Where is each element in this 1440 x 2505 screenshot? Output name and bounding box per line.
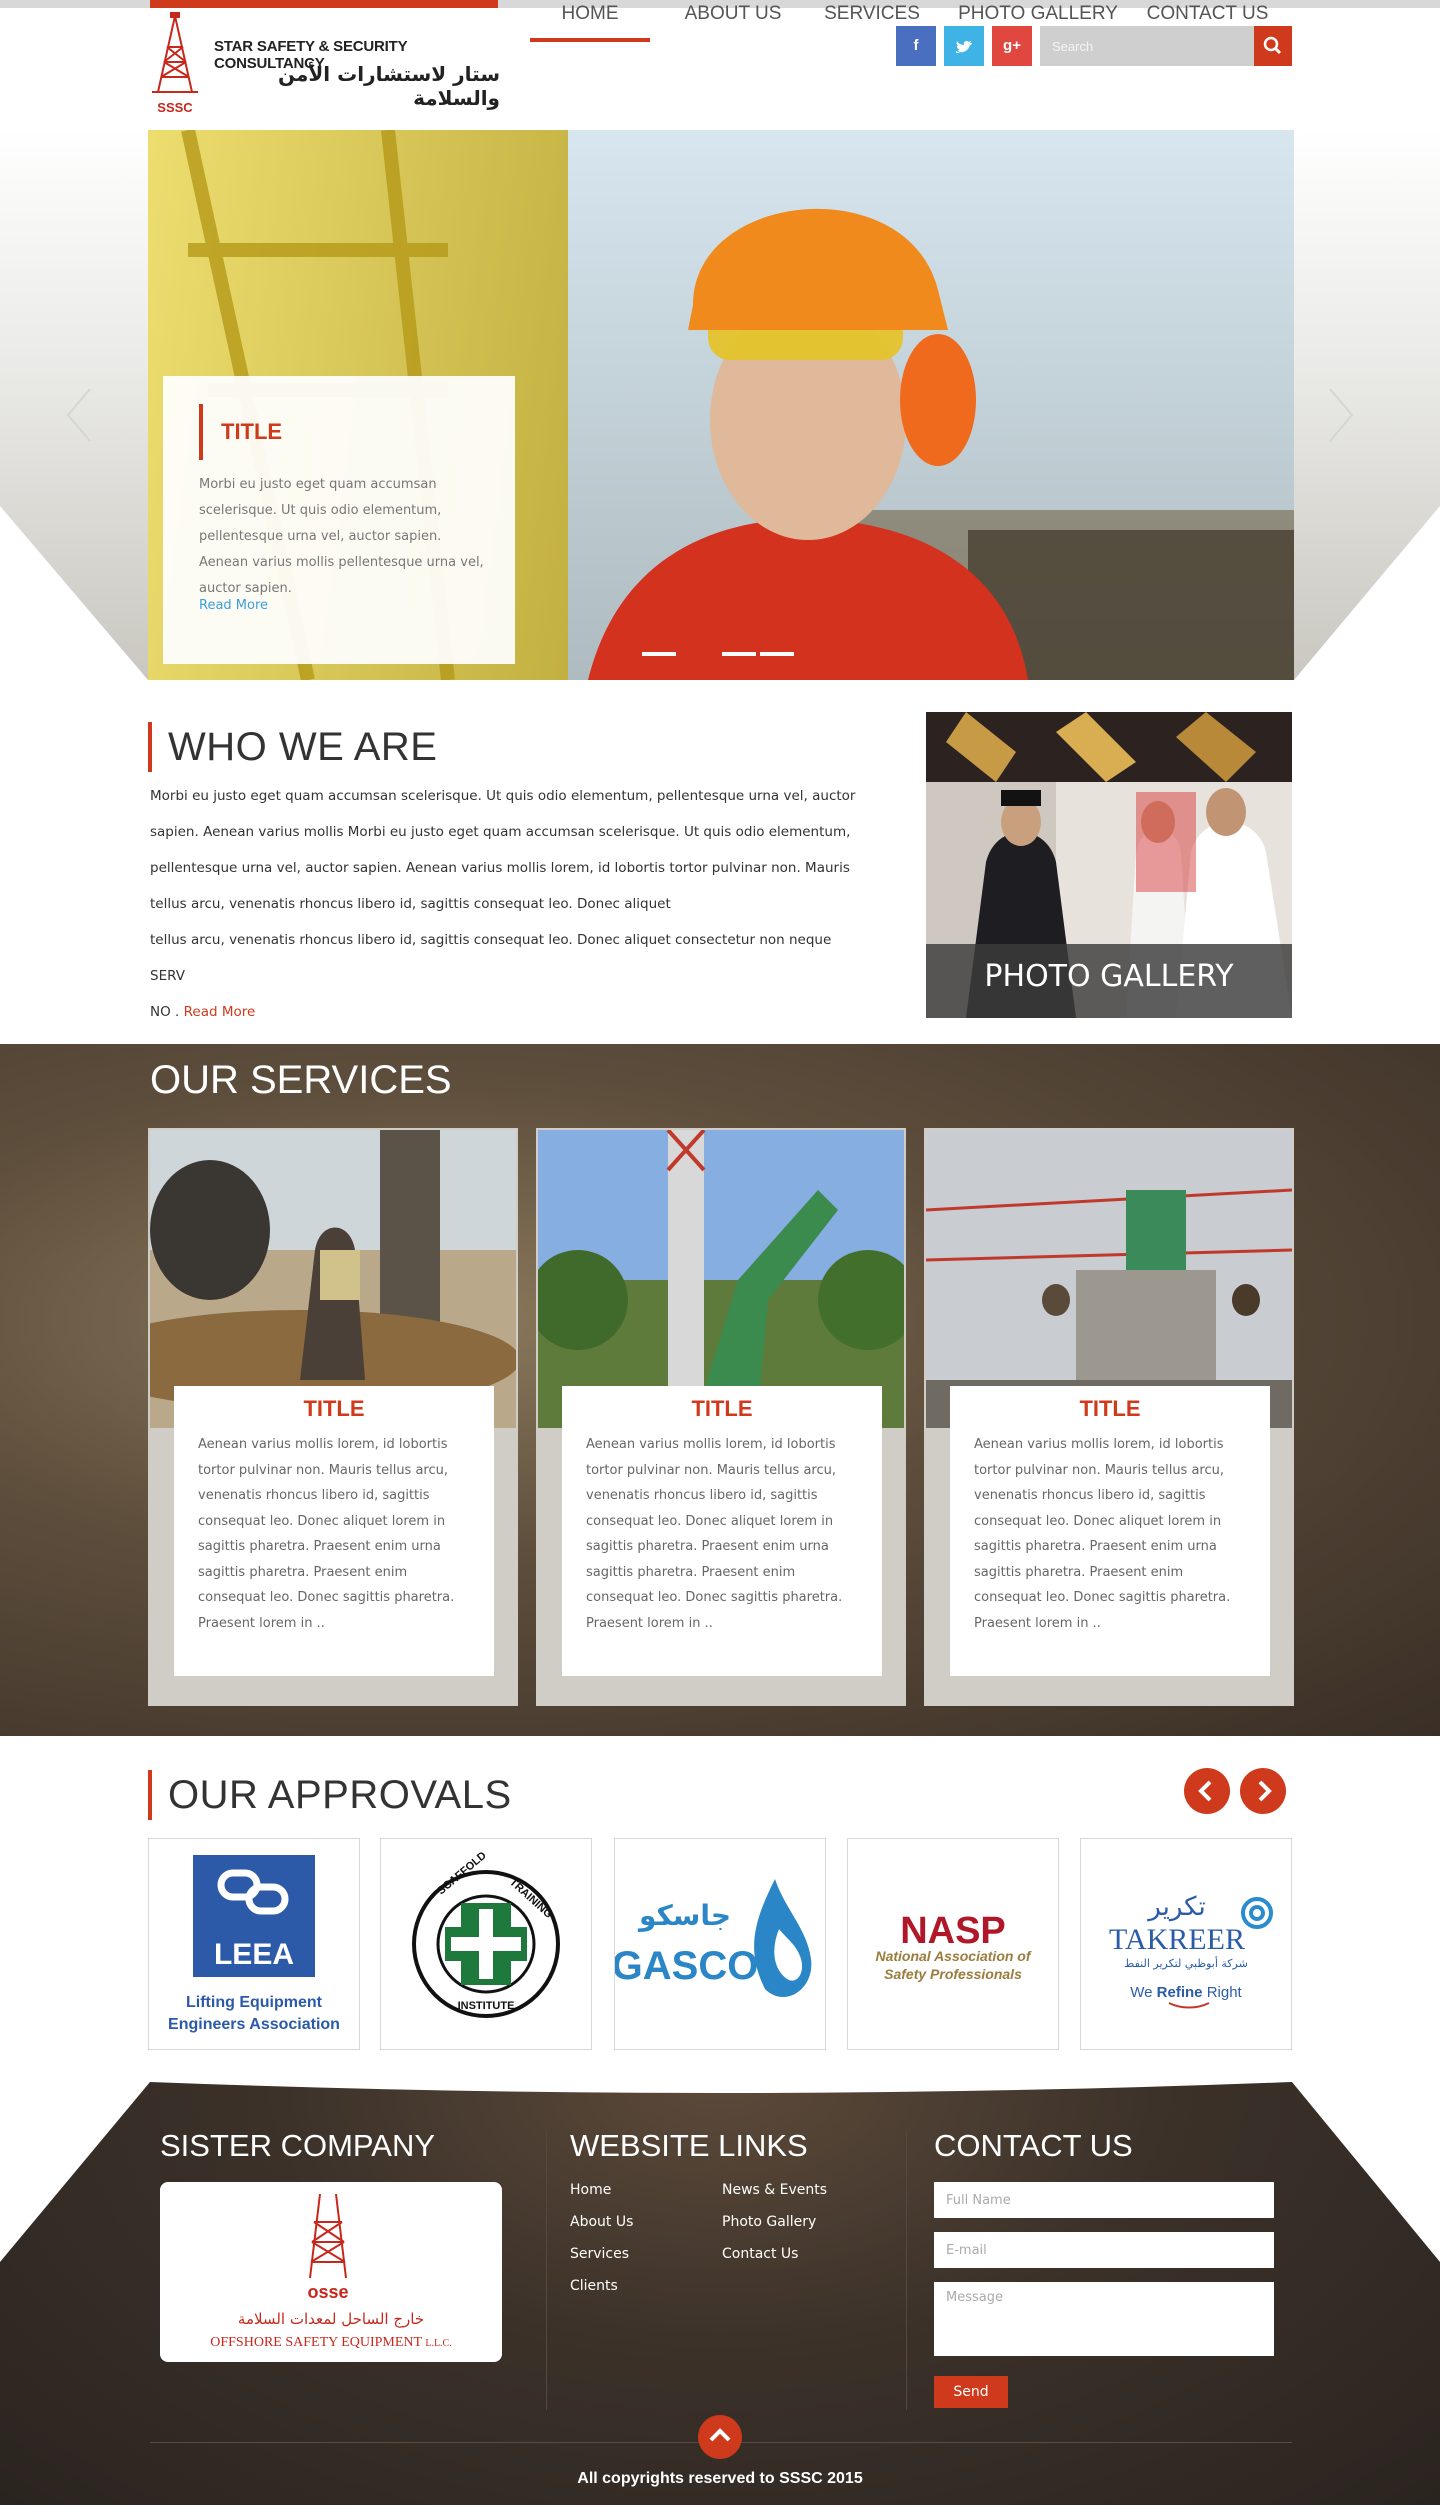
svg-text:GASCO: GASCO — [615, 1944, 758, 1988]
top-accent-bar — [150, 0, 498, 8]
full-name-field[interactable] — [934, 2182, 1274, 2218]
nav-contact-us[interactable]: CONTACT US — [1140, 0, 1275, 42]
svg-text:LEEA: LEEA — [214, 1938, 294, 1971]
derrick-logo-icon: SSSC — [152, 12, 198, 115]
service-card[interactable]: TITLE Aenean varius mollis lorem, id lob… — [924, 1128, 1294, 1706]
hero-next-arrow-icon[interactable] — [1326, 385, 1356, 445]
email-field[interactable] — [934, 2232, 1274, 2268]
service-text: Aenean varius mollis lorem, id lobortis … — [586, 1437, 843, 1631]
svg-text:osse: osse — [307, 2282, 348, 2302]
approvals-prev-button[interactable] — [1184, 1768, 1230, 1814]
approval-logo-leea[interactable]: LEEA Lifting Equipment Engineers Associa… — [148, 1838, 360, 2050]
nav-about-us[interactable]: ABOUT US — [668, 0, 798, 42]
hero-caption-card: TITLE Morbi eu justo eget quam accumsan … — [163, 376, 515, 664]
footer-divider — [546, 2130, 547, 2410]
website-links-title: WEBSITE LINKS — [570, 2128, 808, 2163]
service-title: TITLE — [303, 1396, 365, 1421]
nav-photo-gallery[interactable]: PHOTO GALLERY — [948, 0, 1128, 42]
svg-text:تكرير: تكرير — [1146, 1892, 1206, 1922]
photo-gallery-tile[interactable]: PHOTO GALLERY — [926, 712, 1292, 1018]
footer-link-contact-us[interactable]: Contact Us — [722, 2246, 798, 2262]
approvals-title: OUR APPROVALS — [148, 1770, 512, 1820]
service-text-card: TITLE Aenean varius mollis lorem, id lob… — [174, 1386, 494, 1676]
svg-text:TAKREER: TAKREER — [1109, 1923, 1245, 1956]
chevron-right-icon — [1258, 1780, 1272, 1802]
copyright-text: All copyrights reserved to SSSC 2015 — [577, 2470, 863, 2487]
service-card[interactable]: TITLE Aenean varius mollis lorem, id lob… — [536, 1128, 906, 1706]
svg-text:Engineers Association: Engineers Association — [168, 2016, 340, 2033]
who-line: Morbi eu justo eget quam accumsan sceler… — [150, 788, 856, 804]
hero-read-more-link[interactable]: Read More — [199, 598, 268, 613]
scroll-top-button[interactable] — [698, 2415, 742, 2459]
chevron-up-icon — [709, 2428, 731, 2442]
service-text-card: TITLE Aenean varius mollis lorem, id lob… — [950, 1386, 1270, 1676]
service-card[interactable]: TITLE Aenean varius mollis lorem, id lob… — [148, 1128, 518, 1706]
approval-logo-scaffold[interactable]: SCAFFOLD TRAINING INSTITUTE — [380, 1838, 592, 2050]
sister-company-title: SISTER COMPANY — [160, 2128, 436, 2163]
logo-text-ar: ستار لاستشارات الأمن والسلامة — [278, 62, 500, 110]
photo-gallery-caption: PHOTO GALLERY — [926, 944, 1292, 1018]
footer-link-photo-gallery[interactable]: Photo Gallery — [722, 2214, 816, 2230]
who-line: tellus arcu, venenatis rhoncus libero id… — [150, 896, 671, 912]
svg-text:Safety Professionals: Safety Professionals — [884, 1966, 1022, 1982]
svg-text:OFFSHORE SAFETY EQUIPMENT L.L.: OFFSHORE SAFETY EQUIPMENT L.L.C. — [210, 2335, 451, 2350]
svg-text:Lifting Equipment: Lifting Equipment — [186, 1994, 323, 2011]
service-title: TITLE — [1079, 1396, 1141, 1421]
service-text: Aenean varius mollis lorem, id lobortis … — [198, 1437, 455, 1631]
service-title: TITLE — [691, 1396, 753, 1421]
approvals-next-button[interactable] — [1240, 1768, 1286, 1814]
footer-divider — [906, 2130, 907, 2410]
message-field[interactable] — [934, 2282, 1274, 2356]
who-read-more-link[interactable]: Read More — [184, 1004, 256, 1020]
who-we-are-title: WHO WE ARE — [148, 722, 437, 772]
approval-logo-nasp[interactable]: NASP National Association of Safety Prof… — [847, 1838, 1059, 2050]
send-button[interactable]: Send — [934, 2376, 1008, 2408]
svg-text:We Refine Right: We Refine Right — [1130, 1984, 1242, 2001]
contact-us-title: CONTACT US — [934, 2128, 1133, 2163]
who-line: tellus arcu, venenatis rhoncus libero id… — [150, 932, 832, 984]
services-title: OUR SERVICES — [150, 1058, 452, 1102]
svg-text:جاسكو: جاسكو — [637, 1899, 731, 1932]
footer-link-news-events[interactable]: News & Events — [722, 2182, 827, 2198]
service-text: Aenean varius mollis lorem, id lobortis … — [974, 1437, 1231, 1631]
hero-text: Morbi eu justo eget quam accumsan sceler… — [199, 477, 484, 596]
hero-prev-arrow-icon[interactable] — [64, 385, 94, 445]
approval-logo-takreer[interactable]: تكرير TAKREER شركة أبوظبي لتكرير النفط W… — [1080, 1838, 1292, 2050]
service-image — [926, 1130, 1292, 1428]
svg-text:INSTITUTE: INSTITUTE — [458, 2000, 515, 2012]
slider-dot[interactable] — [760, 652, 794, 656]
hero-title: TITLE — [199, 404, 282, 460]
svg-text:NASP: NASP — [900, 1910, 1006, 1952]
who-line: pellentesque urna vel, auctor sapien. Ae… — [150, 860, 850, 876]
service-image — [150, 1130, 516, 1428]
footer-link-services[interactable]: Services — [570, 2246, 629, 2262]
nav-services[interactable]: SERVICES — [814, 0, 930, 42]
who-line: sapien. Aenean varius mollis Morbi eu ju… — [150, 824, 851, 840]
slider-dot[interactable] — [642, 652, 676, 656]
svg-text:National Association of: National Association of — [875, 1948, 1031, 1964]
service-text-card: TITLE Aenean varius mollis lorem, id lob… — [562, 1386, 882, 1676]
nav-home[interactable]: HOME — [530, 0, 650, 42]
slider-dot[interactable] — [722, 652, 756, 656]
who-we-are-text: Morbi eu justo eget quam accumsan sceler… — [150, 778, 870, 1030]
service-image — [538, 1130, 904, 1428]
svg-text:شركة أبوظبي لتكرير النفط: شركة أبوظبي لتكرير النفط — [1124, 1956, 1248, 1970]
chevron-left-icon — [1198, 1780, 1212, 1802]
approval-logo-gasco[interactable]: جاسكو GASCO — [612, 1838, 826, 2050]
footer-link-home[interactable]: Home — [570, 2182, 611, 2198]
footer-link-clients[interactable]: Clients — [570, 2278, 618, 2294]
page: SSSC STAR SAFETY & SECURITY CONSULTANCY … — [0, 0, 1440, 2505]
sister-company-logo[interactable]: osse خارج الساحل لمعدات السلامة OFFSHORE… — [160, 2182, 502, 2362]
svg-text:خارج الساحل لمعدات السلامة: خارج الساحل لمعدات السلامة — [238, 2310, 424, 2329]
footer-link-about-us[interactable]: About Us — [570, 2214, 633, 2230]
site-logo[interactable]: SSSC STAR SAFETY & SECURITY CONSULTANCY … — [150, 12, 500, 122]
logo-abbr: SSSC — [157, 100, 193, 115]
who-line: NO . — [150, 1004, 180, 1020]
who-last-line: NO . Read More — [150, 994, 870, 1030]
